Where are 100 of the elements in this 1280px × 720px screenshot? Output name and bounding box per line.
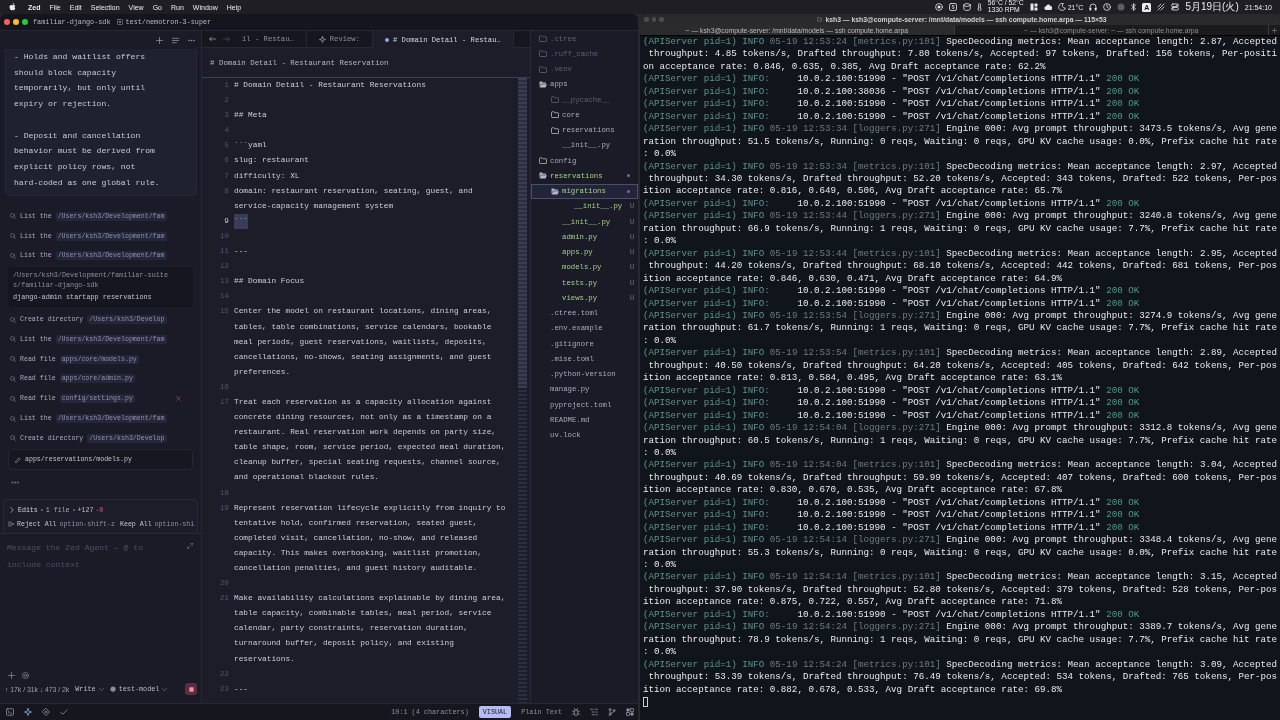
- headphones-icon[interactable]: [1089, 3, 1098, 11]
- search-icon: [10, 376, 16, 382]
- zoom-button[interactable]: [22, 19, 28, 25]
- search-icon: [10, 435, 16, 442]
- terminal-line: (APIServer pid=1) INFO: 10.0.2.100:51990 - "POST /v1/chat/completions HTTP/1.1" 200 OK: [643, 110, 1140, 124]
- search-icon: [10, 316, 16, 323]
- terminal-line: (APIServer pid=1) INFO 05-19 12:53:34 [metrics.py:101] SpecDecoding metrics: Mean acceptance length: 2.97, Accepted: [643, 160, 1278, 173]
- sparkle-icon[interactable]: [24, 708, 32, 716]
- terminal-line: (APIServer pid=1) INFO 05-19 12:54:24 [metrics.py:101] SpecDecoding metrics: Mean acceptance length: 3.09, Accepted: [643, 658, 1278, 672]
- chevron-down-icon: [98, 687, 104, 691]
- terminal-line: (APIServer pid=1) INFO: 10.0.2.100:51990 - "POST /v1/chat/completions HTTP/1.1" 200 OK: [643, 496, 1140, 510]
- target-icon[interactable]: [22, 671, 29, 679]
- apple-icon[interactable]: [9, 3, 16, 11]
- terminal-line: ration throughput: 51.5 tokens/s, Running: 0 reqs, Waiting: 0 reqs, GPU KV cache usage: 0.0%, Prefix cache hit rate: [643, 135, 1278, 149]
- outline-icon[interactable]: [590, 708, 598, 716]
- terminal-line: (APIServer pid=1) INFO: 10.0.2.100:51990 - "POST /v1/chat/completions HTTP/1.1" 200 OK: [643, 397, 1140, 410]
- plus-icon[interactable]: [8, 671, 15, 679]
- menu-bar-date[interactable]: 5月19日(火): [1185, 1, 1239, 13]
- terminal-line: ition acceptance rate: 0.816, 0.649, 0.506, Avg Draft acceptance rate: 65.7%: [643, 185, 1063, 198]
- bug-icon[interactable]: [572, 708, 580, 716]
- toggles-icon[interactable]: [1171, 3, 1180, 11]
- terminal-line: : 0.0%: [643, 148, 677, 161]
- pencil-icon: [15, 456, 21, 463]
- moon-icon[interactable]: [1057, 3, 1066, 11]
- new-tab-icon[interactable]: [1272, 27, 1277, 33]
- minimize-button[interactable]: [13, 19, 19, 25]
- terminal-line: (APIServer pid=1) INFO: 10.0.2.100:51990 - "POST /v1/chat/completions HTTP/1.1" 200 OK: [643, 509, 1140, 522]
- terminal-line: : 0.0%: [643, 646, 677, 659]
- window-layout-icon[interactable]: [1029, 3, 1038, 11]
- terminal-line: throughput: 53.39 tokens/s, Drafted throughput: 76.49 tokens/s, Accepted: 534 tokens, Drafted: 765 tokens, Per-pos: [647, 671, 1278, 684]
- status-dot-icon: [627, 174, 630, 178]
- terminal-line: (APIServer pid=1) INFO: 10.0.2.100:51990 - "POST /v1/chat/completions HTTP/1.1" 200 OK: [643, 285, 1140, 298]
- terminal-line: : 0.0%: [643, 446, 677, 460]
- terminal-line: ition acceptance rate: 0.882, 0.678, 0.533, Avg Draft acceptance rate: 69.8%: [643, 683, 1063, 696]
- sparkle-icon: [318, 35, 326, 43]
- search-icon: [10, 252, 16, 259]
- search-icon: [10, 233, 16, 239]
- terminal-line: (APIServer pid=1) INFO 05-19 12:53:44 [loggers.py:271] Engine 000: Avg prompt throughput: 3240.8 tokens/s, Avg gene: [643, 210, 1278, 223]
- list-x-icon[interactable]: [8, 521, 14, 527]
- status-dot-icon: [627, 189, 630, 193]
- terminal-icon[interactable]: [6, 708, 14, 716]
- terminal-line: (APIServer pid=1) INFO: 10.0.2.100:38036 - "POST /v1/chat/completions HTTP/1.1" 200 OK: [643, 85, 1140, 99]
- terminal-line: throughput: 40.69 tokens/s, Drafted throughput: 59.99 tokens/s, Accepted: 407 tokens, Drafted: 600 tokens, Per-pos: [647, 471, 1278, 485]
- terminal-line: (APIServer pid=1) INFO 05-19 12:53:44 [metrics.py:101] SpecDecoding metrics: Mean acceptance length: 2.95, Accepted: [643, 247, 1278, 261]
- terminal-line: throughput: 4.85 tokens/s, Drafted throughput: 7.80 tokens/s, Accepted: 97 tokens, Drafted: 156 tokens, Per-positi: [647, 48, 1278, 61]
- terminal-line: (APIServer pid=1) INFO: 10.0.2.100:51990 - "POST /v1/chat/completions HTTP/1.1" 200 OK: [643, 521, 1140, 535]
- terminal-line: (APIServer pid=1) INFO 05-19 12:54:04 [metrics.py:101] SpecDecoding metrics: Mean acceptance length: 3.04, Accepted: [643, 459, 1278, 472]
- terminal-line: ration throughput: 66.9 tokens/s, Running: 1 reqs, Waiting: 0 reqs, GPU KV cache usage: 7.7%, Prefix cache hit rate: [643, 222, 1278, 236]
- record-icon[interactable]: [934, 3, 943, 11]
- terminal-line: throughput: 37.90 tokens/s, Drafted throughput: 52.80 tokens/s, Accepted: 379 tokens, Drafted: 528 tokens, Per-pos: [647, 583, 1278, 597]
- terminal-line: : 0.0%: [643, 235, 677, 248]
- diamond-icon[interactable]: [42, 708, 50, 716]
- check-icon[interactable]: [60, 708, 68, 716]
- terminal-line: (APIServer pid=1) INFO 05-19 12:54:14 [loggers.py:271] Engine 000: Avg prompt throughput: 3348.4 tokens/s, Avg gene: [643, 534, 1278, 547]
- branch-icon[interactable]: [608, 708, 616, 716]
- terminal-line: (APIServer pid=1) INFO 05-19 12:54:24 [loggers.py:271] Engine 000: Avg prompt throughput: 3389.7 tokens/s, Avg gene: [643, 621, 1278, 634]
- square-dot-icon: [116, 19, 123, 25]
- cloud-icon[interactable]: [1043, 3, 1052, 11]
- terminal-line: ration throughput: 55.3 tokens/s, Running: 0 reqs, Waiting: 0 reqs, GPU KV cache usage: 0.0%, Prefix cache hit rate: [643, 546, 1278, 560]
- plus-icon[interactable]: [156, 36, 163, 44]
- back-arrow-icon[interactable]: [209, 36, 216, 42]
- terminal-line: (APIServer pid=1) INFO: 10.0.2.100:51990 - "POST /v1/chat/completions HTTP/1.1" 200 OK: [643, 98, 1140, 111]
- terminal-line: (APIServer pid=1) INFO: 10.0.2.100:51990 - "POST /v1/chat/completions HTTP/1.1" 200 OK: [643, 409, 1140, 423]
- close-icon[interactable]: [176, 396, 181, 402]
- search-icon: [10, 356, 16, 363]
- terminal-line: (APIServer pid=1) INFO 05-19 12:54:04 [loggers.py:271] Engine 000: Avg prompt throughput: 3312.8 tokens/s, Avg gene: [643, 422, 1278, 435]
- chevron-down-icon: [162, 687, 168, 691]
- disk-icon[interactable]: [962, 3, 971, 11]
- thermometer-icon[interactable]: [976, 3, 982, 11]
- expand-icon[interactable]: [187, 543, 193, 549]
- terminal-line: (APIServer pid=1) INFO 05-19 12:53:34 [loggers.py:271] Engine 000: Avg prompt throughput: 3473.5 tokens/s, Avg gene: [643, 123, 1278, 136]
- terminal-line: ration throughput: 78.9 tokens/s, Running: 1 reqs, Waiting: 0 reqs, GPU KV cache usage: 7.7%, Prefix cache hit rate: [643, 633, 1278, 647]
- folder-icon: [817, 17, 823, 22]
- s-square-icon[interactable]: [948, 3, 957, 11]
- terminal-line: : 0.0%: [643, 559, 677, 572]
- terminal-line: ration throughput: 61.7 tokens/s, Running: 1 reqs, Waiting: 0 reqs, GPU KV cache usage: 7.7%, Prefix cache hit rate: [643, 322, 1278, 335]
- search-icon: [10, 395, 16, 402]
- dots-icon: [11, 481, 19, 485]
- terminal-line: ition acceptance rate: 0.846, 0.630, 0.471, Avg Draft acceptance rate: 64.9%: [643, 272, 1063, 286]
- search-icon: [10, 415, 16, 422]
- stop-button[interactable]: [185, 683, 197, 695]
- terminal-line: : 0.0%: [643, 334, 677, 348]
- more-icon[interactable]: [188, 38, 195, 42]
- menu-icon[interactable]: [172, 36, 179, 44]
- grid-icon[interactable]: [626, 708, 634, 716]
- close-button[interactable]: [4, 19, 10, 25]
- circle-icon: [109, 686, 116, 692]
- search-icon: [10, 336, 16, 343]
- terminal-line: ration throughput: 60.5 tokens/s, Running: 1 reqs, Waiting: 0 reqs, GPU KV cache usage: 7.7%, Prefix cache hit rate: [643, 434, 1278, 447]
- diagonal-lines-icon[interactable]: [1157, 3, 1166, 11]
- chevron-icon[interactable]: [10, 507, 14, 513]
- message-text: - Deposit and cancellation behavior must be derived from explicit policy rows, not hard-coded as one global rule.: [14, 129, 160, 189]
- clock-icon[interactable]: [1103, 3, 1112, 11]
- terminal-line: ition acceptance rate: 0.830, 0.670, 0.535, Avg Draft acceptance rate: 67.8%: [643, 484, 1063, 497]
- terminal-line: throughput: 44.20 tokens/s, Drafted throughput: 68.10 tokens/s, Accepted: 442 tokens, Drafted: 681 tokens, Per-pos: [647, 260, 1278, 273]
- bluetooth-icon[interactable]: [1131, 3, 1137, 11]
- terminal-line: (APIServer pid=1) INFO: 10.0.2.100:51990 - "POST /v1/chat/completions HTTP/1.1" 200 OK: [643, 197, 1140, 211]
- stop-icon: [188, 686, 194, 692]
- terminal-line: throughput: 34.30 tokens/s, Drafted throughput: 52.20 tokens/s, Accepted: 343 tokens, Drafted: 522 tokens, Per-pos: [647, 173, 1278, 186]
- circle-icon[interactable]: [1117, 3, 1126, 11]
